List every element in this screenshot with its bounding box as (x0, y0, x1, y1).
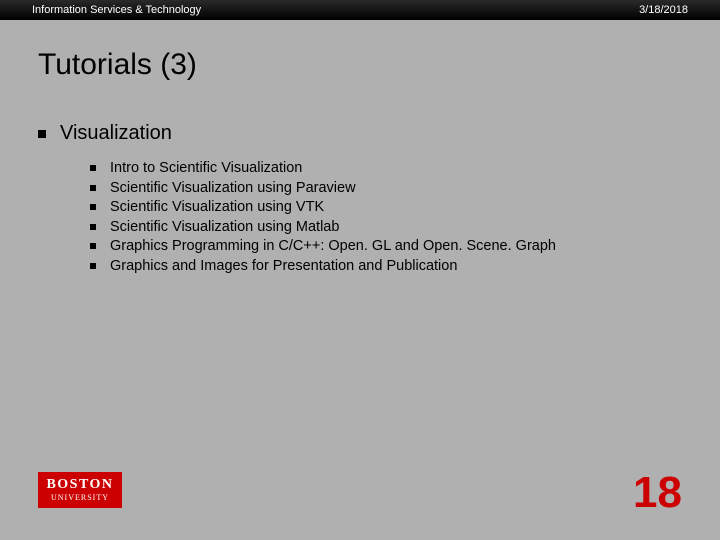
list-item: Graphics Programming in C/C++: Open. GL … (90, 237, 682, 257)
bullet-icon (90, 224, 96, 230)
bullet-icon (90, 185, 96, 191)
list-item: Scientific Visualization using VTK (90, 198, 682, 218)
header-bar: Information Services & Technology 3/18/2… (0, 0, 720, 20)
bu-logo: BOSTON UNIVERSITY (38, 472, 122, 508)
list-item: Graphics and Images for Presentation and… (90, 257, 682, 277)
list-item: Intro to Scientific Visualization (90, 159, 682, 179)
bullet-icon (90, 263, 96, 269)
logo-line1: BOSTON (46, 478, 113, 492)
bullet-icon (38, 130, 46, 138)
header-date: 3/18/2018 (639, 4, 688, 16)
section-heading-text: Visualization (60, 122, 172, 145)
list-item-text: Intro to Scientific Visualization (110, 159, 302, 179)
list-item-text: Graphics and Images for Presentation and… (110, 257, 457, 277)
logo-line2: UNIVERSITY (51, 494, 109, 502)
bullet-icon (90, 204, 96, 210)
bullet-icon (90, 165, 96, 171)
list-item: Scientific Visualization using Paraview (90, 179, 682, 199)
section-heading: Visualization (38, 122, 682, 145)
list-item-text: Scientific Visualization using VTK (110, 198, 324, 218)
list-item-text: Scientific Visualization using Matlab (110, 218, 339, 238)
slide-content: Tutorials (3) Visualization Intro to Sci… (0, 20, 720, 276)
list-item: Scientific Visualization using Matlab (90, 218, 682, 238)
page-number: 18 (633, 468, 682, 518)
header-left: Information Services & Technology (32, 4, 201, 16)
bullet-icon (90, 243, 96, 249)
list-item-text: Scientific Visualization using Paraview (110, 179, 356, 199)
page-title: Tutorials (3) (38, 48, 682, 82)
item-list: Intro to Scientific Visualization Scient… (38, 159, 682, 276)
list-item-text: Graphics Programming in C/C++: Open. GL … (110, 237, 556, 257)
